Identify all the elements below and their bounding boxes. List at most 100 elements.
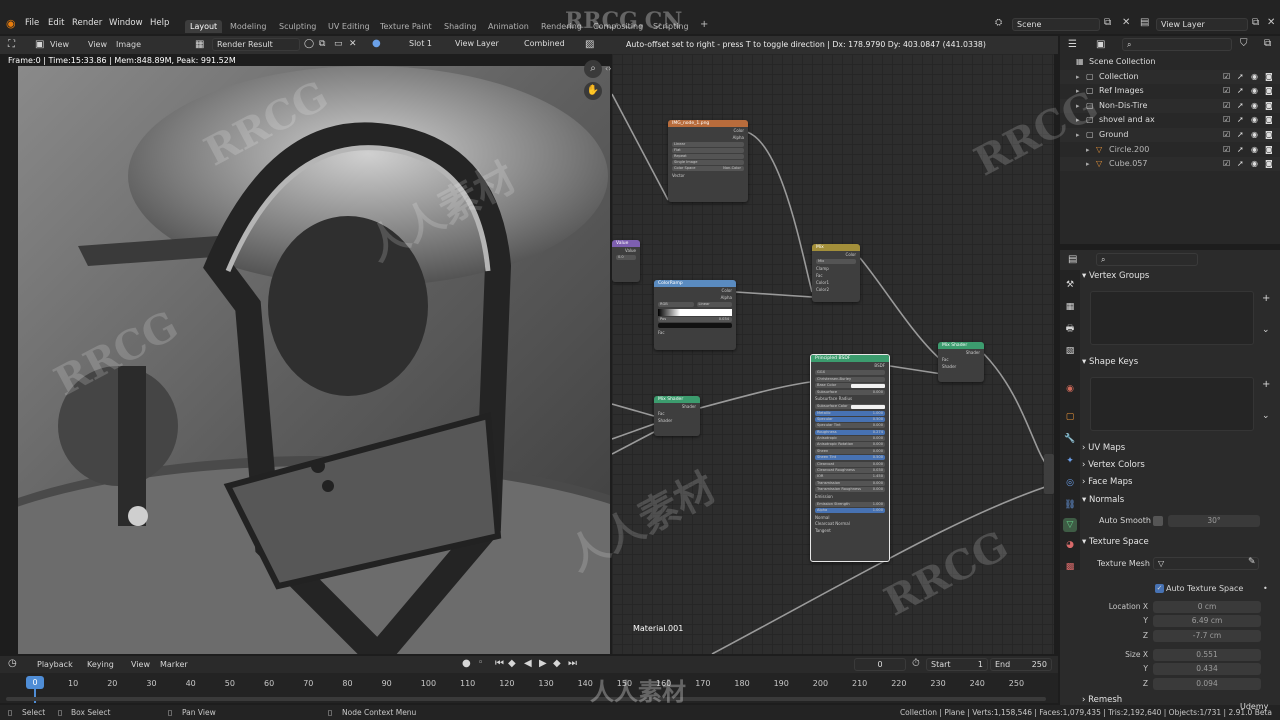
menu-view[interactable]: View: [88, 40, 107, 49]
node-color-ramp[interactable]: ColorRamp Color Alpha RGB Linear Pos 0.03…: [654, 280, 736, 350]
view-layer-tab-icon[interactable]: ▧: [1063, 344, 1077, 358]
menu-help[interactable]: Help: [150, 18, 169, 28]
eye-icon[interactable]: ◉: [1251, 113, 1258, 127]
scene-icon[interactable]: ⛭: [995, 18, 1002, 28]
outliner-item[interactable]: ▸ ▢ Ground ☑ ➚ ◉ ◙: [1060, 128, 1280, 142]
select-arrow-icon[interactable]: ➚: [1237, 70, 1244, 84]
panel-remesh[interactable]: › Remesh: [1082, 695, 1122, 705]
location-z-field[interactable]: -7.7 cm: [1153, 630, 1261, 642]
bsdf-input-row[interactable]: Sheen 0.000: [815, 448, 885, 454]
size-z-field[interactable]: 0.094: [1153, 678, 1261, 690]
node-mix-shader-1[interactable]: Mix Shader Shader Fac Shader: [654, 396, 700, 436]
bsdf-input-row[interactable]: Specular Tint 0.000: [815, 423, 885, 429]
expand-arrow-icon[interactable]: ▸: [1076, 128, 1080, 142]
bsdf-input-row[interactable]: Alpha 1.000: [815, 508, 885, 514]
bsdf-input-row[interactable]: Specular 0.500: [815, 416, 885, 422]
outliner-item[interactable]: ▸ ▢ Ref Images ☑ ➚ ◉ ◙: [1060, 84, 1280, 98]
camera-icon[interactable]: ◙: [1265, 128, 1273, 142]
current-frame-field[interactable]: 0: [854, 658, 906, 671]
panel-uv-maps[interactable]: › UV Maps: [1082, 441, 1125, 455]
tab-animation[interactable]: Animation: [483, 20, 534, 33]
properties-editor-icon[interactable]: ▤: [1068, 254, 1077, 265]
checkbox-icon[interactable]: ☑: [1223, 70, 1230, 84]
expand-arrow-icon[interactable]: ▸: [1076, 99, 1080, 113]
tab-scripting[interactable]: Scripting: [648, 20, 694, 33]
value-field[interactable]: 0.0: [616, 255, 636, 260]
open-image-icon[interactable]: ▭: [334, 39, 343, 49]
texture-mesh-field[interactable]: ▽: [1153, 557, 1259, 570]
checkbox-icon[interactable]: ☑: [1223, 128, 1230, 142]
ramp-mode-dropdown[interactable]: RGB: [658, 302, 694, 307]
material-tab-icon[interactable]: ◕: [1063, 538, 1077, 552]
pan-hand-icon[interactable]: ✋: [584, 82, 602, 100]
ramp-stop-color[interactable]: [658, 323, 732, 328]
node-dropdown[interactable]: Flat: [672, 148, 744, 153]
play-icon[interactable]: ▶: [539, 658, 547, 669]
view-layer-icon[interactable]: ▤: [1140, 17, 1149, 28]
jump-end-icon[interactable]: ⏭: [568, 658, 577, 669]
eye-icon[interactable]: ◉: [1251, 143, 1258, 157]
node-dropdown[interactable]: Repeat: [672, 154, 744, 159]
node-canvas[interactable]: IMG_node_1.png Color Alpha Linear Flat R…: [612, 54, 1054, 654]
tab-rendering[interactable]: Rendering: [536, 20, 587, 33]
size-y-field[interactable]: 0.434: [1153, 663, 1261, 675]
blend-mode-dropdown[interactable]: Mix: [816, 259, 856, 264]
menu-view[interactable]: View: [131, 660, 150, 669]
menu-keying[interactable]: Keying: [87, 660, 114, 669]
add-shape-key-icon[interactable]: +: [1262, 379, 1270, 390]
checkbox-icon[interactable]: ☑: [1223, 99, 1230, 113]
expand-arrow-icon[interactable]: ▸: [1076, 70, 1080, 84]
preview-range-icon[interactable]: ⏱: [912, 658, 920, 669]
outliner-search-input[interactable]: ⌕: [1122, 38, 1232, 51]
select-arrow-icon[interactable]: ➚: [1237, 113, 1244, 127]
tab-layout[interactable]: Layout: [185, 20, 223, 33]
bsdf-input-row[interactable]: IOR 1.450: [815, 474, 885, 480]
menu-window[interactable]: Window: [109, 18, 143, 28]
camera-icon[interactable]: ◙: [1265, 84, 1273, 98]
fake-user-icon[interactable]: ◯: [304, 39, 314, 49]
bsdf-input-row[interactable]: Transmission 0.000: [815, 480, 885, 486]
shape-keys-list[interactable]: [1090, 377, 1254, 431]
display-mode-icon[interactable]: ▨: [585, 39, 594, 50]
region-toggle-icon[interactable]: ‹›: [605, 64, 611, 73]
tool-tab-icon[interactable]: ⚒: [1063, 278, 1077, 292]
bsdf-input-row[interactable]: Subsurface 0.000: [815, 389, 885, 395]
menu-render[interactable]: Render: [72, 18, 102, 28]
bsdf-input-row[interactable]: Clearcoat Roughness 0.030: [815, 468, 885, 474]
add-vertex-group-icon[interactable]: +: [1262, 293, 1270, 304]
image-browse-icon[interactable]: ▦: [195, 39, 204, 50]
tab-modeling[interactable]: Modeling: [225, 20, 271, 33]
color-ramp-gradient[interactable]: [658, 309, 732, 316]
blender-logo-icon[interactable]: ◉: [6, 17, 16, 30]
new-scene-icon[interactable]: ⧉: [1104, 17, 1111, 28]
timeline-editor-icon[interactable]: ◷: [8, 658, 17, 669]
checkbox-icon[interactable]: ☑: [1223, 113, 1230, 127]
bsdf-input-row[interactable]: Roughness 0.274: [815, 429, 885, 435]
display-mode-icon[interactable]: ▣: [1096, 39, 1105, 50]
size-x-field[interactable]: 0.551: [1153, 649, 1261, 661]
expand-arrow-icon[interactable]: ▸: [1076, 113, 1080, 127]
node-value[interactable]: Value Value 0.0: [612, 240, 640, 282]
node-dropdown[interactable]: Single Image: [672, 160, 744, 165]
ramp-position-field[interactable]: Pos 0.034: [658, 317, 732, 322]
menu-view-dropdown[interactable]: View: [50, 40, 69, 49]
modifier-tab-icon[interactable]: 🔧: [1063, 432, 1077, 446]
eye-icon[interactable]: ◉: [1251, 70, 1258, 84]
record-icon[interactable]: ●: [462, 658, 471, 669]
jump-start-icon[interactable]: ⏮: [495, 658, 504, 669]
render-result-image[interactable]: [18, 66, 610, 654]
color-swatch[interactable]: [851, 404, 885, 409]
node-image-texture[interactable]: IMG_node_1.png Color Alpha Linear Flat R…: [668, 120, 748, 202]
auto-smooth-checkbox[interactable]: [1153, 516, 1163, 526]
slot-select[interactable]: Slot 1: [405, 38, 447, 51]
select-arrow-icon[interactable]: ➚: [1237, 99, 1244, 113]
eye-icon[interactable]: ◉: [1251, 128, 1258, 142]
expand-arrow-icon[interactable]: ▸: [1086, 143, 1090, 157]
panel-shape-keys[interactable]: ▾ Shape Keys: [1082, 355, 1138, 369]
panel-vertex-groups[interactable]: ▾ Vertex Groups: [1082, 269, 1149, 283]
checkbox-icon[interactable]: ☑: [1223, 157, 1230, 171]
timeline-scrollbar[interactable]: [6, 697, 1046, 701]
texture-tab-icon[interactable]: ▩: [1063, 560, 1077, 574]
camera-icon[interactable]: ◙: [1265, 113, 1273, 127]
scene-tab-icon[interactable]: ◉: [1063, 382, 1077, 396]
